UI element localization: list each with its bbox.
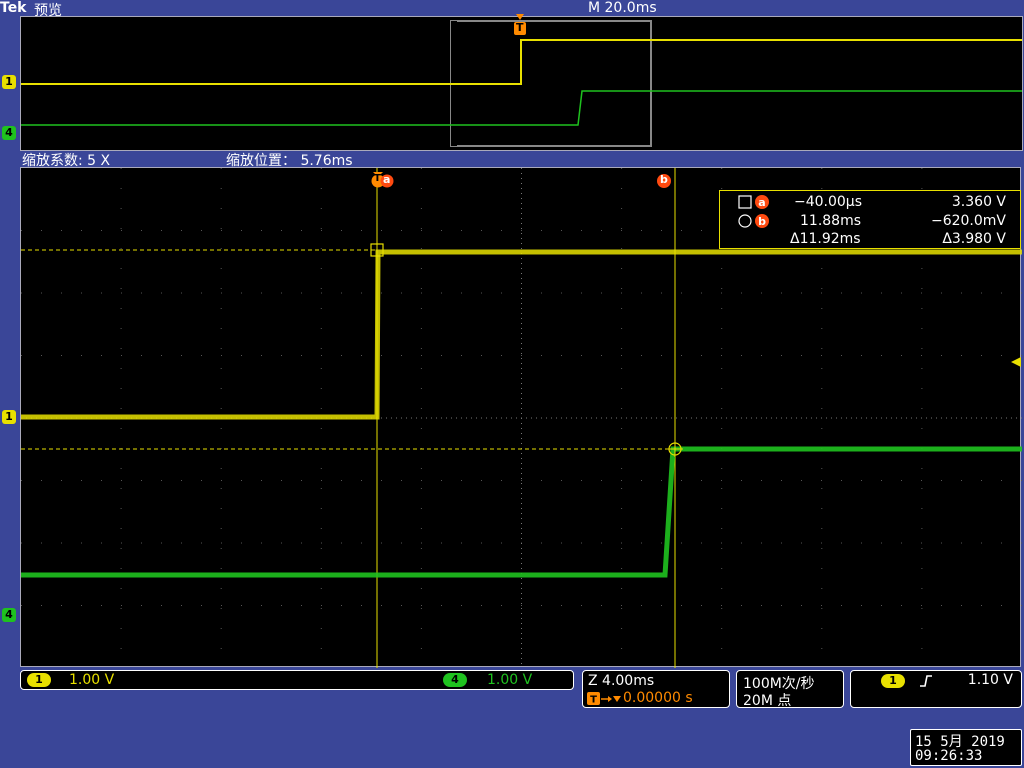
ch4-ground-marker[interactable]: 4	[2, 608, 16, 622]
trigger-status-box[interactable]: 1 1.10 V	[850, 670, 1022, 708]
cursor-delta-volt: Δ3.980 V	[942, 231, 1006, 247]
trigger-source-indicator: 1	[881, 674, 905, 688]
cursor-a-handle[interactable]: T a	[370, 172, 394, 188]
cursor-trigger-text: T	[374, 173, 381, 184]
overview-ch1-marker[interactable]: 1	[2, 75, 16, 89]
trigger-marker-text: T	[516, 21, 524, 34]
cursor-b-volt: −620.0mV	[930, 213, 1006, 229]
cursor-a-volt: 3.360 V	[951, 194, 1006, 210]
datetime-box: 15 5月 2019 09:26:33	[910, 729, 1022, 766]
ch4-indicator[interactable]: 4	[443, 673, 467, 687]
overview-trigger-marker: T	[514, 14, 526, 36]
cursor-b-handle[interactable]: b	[656, 173, 672, 189]
svg-text:T: T	[590, 695, 597, 706]
ch1-ground-marker[interactable]: 1	[2, 410, 16, 424]
cursor-a-time: −40.00µs	[794, 194, 863, 210]
cursor-a-text: a	[383, 173, 391, 186]
cursor-a-square-icon	[738, 195, 752, 209]
ch4-waveform	[21, 446, 1022, 578]
record-length: 20M 点	[743, 693, 792, 709]
cursor-a-icon: a	[755, 195, 769, 209]
ch1-indicator[interactable]: 1	[27, 673, 51, 687]
zoom-scale: Z 4.00ms	[588, 673, 655, 689]
trigger-level-arrow-icon[interactable]	[1010, 356, 1022, 368]
trigger-delay-value: 0.00000 s	[623, 690, 693, 706]
time-label: 09:26:33	[915, 748, 983, 764]
acquisition-status-box[interactable]: 100M次/秒 20M 点	[736, 670, 844, 709]
trigger-delay-icon: T	[587, 692, 621, 706]
brand-logo: Tek	[0, 0, 27, 16]
horizontal-status-box[interactable]: Z 4.00ms T 0.00000 s	[582, 670, 730, 708]
timebase-label: M 20.0ms	[588, 0, 657, 16]
ch4-scale[interactable]: 1.00 V	[487, 672, 532, 688]
cursor-b-text: b	[660, 173, 668, 186]
ch1-scale[interactable]: 1.00 V	[69, 672, 114, 688]
trigger-level: 1.10 V	[967, 672, 1013, 688]
cursor-b-circle-icon	[738, 214, 752, 228]
svg-text:b: b	[758, 215, 766, 228]
cursor-delta-time: Δ11.92ms	[790, 231, 861, 247]
cursor-readout-panel[interactable]: a −40.00µs 3.360 V b 11.88ms −620.0mV Δ1…	[719, 190, 1021, 249]
svg-text:a: a	[758, 196, 765, 209]
overview-ch4-marker[interactable]: 4	[2, 126, 16, 140]
zoom-window-inner	[454, 20, 646, 145]
ch1-waveform	[21, 249, 1022, 420]
cursor-b-icon: b	[755, 214, 769, 228]
channel-status-bar[interactable]: 1 1.00 V 4 1.00 V	[20, 670, 574, 690]
cursor-b-time: 11.88ms	[800, 213, 862, 229]
rising-edge-icon	[920, 675, 932, 687]
